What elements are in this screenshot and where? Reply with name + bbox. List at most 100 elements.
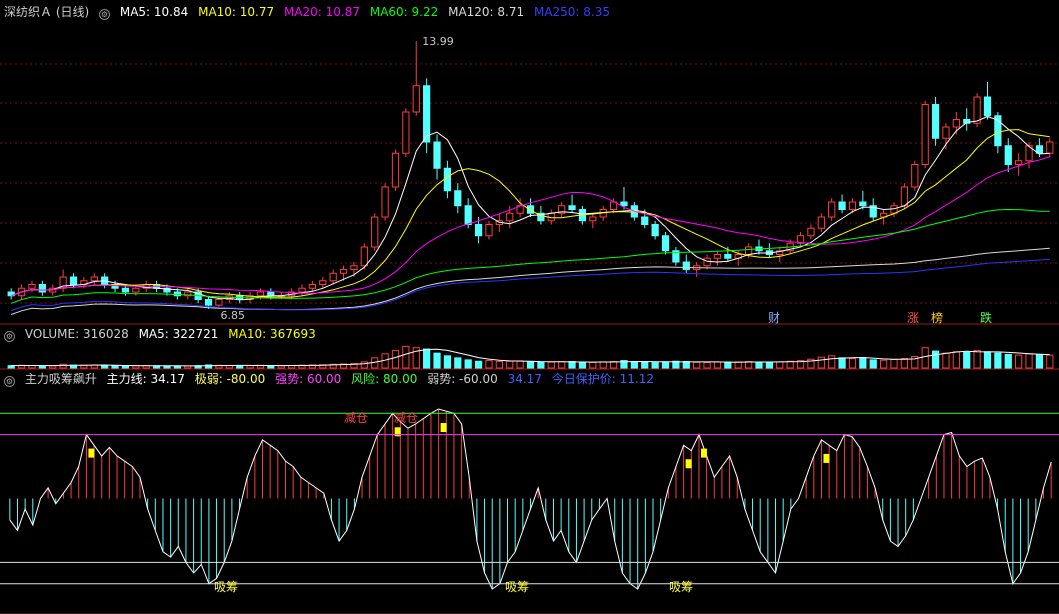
candle-body-50	[526, 205, 535, 214]
stock-title[interactable]: 深纺织Ａ (日线)	[4, 5, 89, 19]
volume-bar-37	[391, 349, 400, 369]
candle-body-78	[817, 216, 825, 229]
candle-body-29	[308, 284, 317, 289]
candle-body-20	[215, 299, 223, 306]
ma120-line	[11, 247, 1050, 315]
volume-bar-57	[599, 361, 607, 369]
volume-bar-38	[402, 345, 410, 369]
volume-bar-26	[277, 365, 285, 369]
volume-bar-44	[464, 359, 472, 369]
volume-bar-9	[101, 364, 109, 369]
candle-body-44	[464, 205, 472, 225]
indicator-extreme-weak: 极弱: -80.00	[194, 372, 266, 386]
volume-bar-42	[443, 355, 452, 369]
candle-body-45	[474, 224, 483, 237]
candle-body-39	[412, 85, 420, 113]
candle-body-12	[132, 287, 140, 293]
indicator-main: 主力线: 34.17	[106, 372, 185, 386]
reduce-label-2: 减仓	[394, 411, 418, 425]
indicator-name[interactable]: 主力吸筹飙升	[25, 372, 97, 386]
event-marker-fall[interactable]: 跌	[980, 310, 992, 325]
volume-bar-66	[693, 361, 701, 369]
chart-stage[interactable]: 13.99 6.85 财 涨 榜 跌 吸筹 吸筹 吸筹 减仓 减仓	[0, 0, 1059, 614]
candle-body-28	[298, 287, 306, 293]
candle-body-3	[38, 284, 46, 293]
accumulate-label-1: 吸筹	[214, 580, 238, 594]
candle-body-69	[724, 254, 732, 259]
indicator-legend: ⚙ 主力吸筹飙升 主力线: 34.17 极弱: -80.00 强势: 60.00…	[4, 371, 660, 387]
volume-bar-68	[713, 361, 722, 369]
volume-bar-62	[651, 362, 659, 369]
indicator-settings-icon[interactable]: ⚙	[4, 376, 15, 387]
candle-body-43	[454, 190, 462, 207]
candle-body-56	[589, 216, 597, 222]
volume-bar-46	[485, 360, 493, 369]
candle-body-6	[69, 276, 78, 285]
volume-bar-79	[828, 355, 836, 369]
candle-body-87	[911, 164, 919, 188]
volume-bar-80	[838, 357, 846, 369]
volume-bar-16	[173, 365, 181, 369]
volume-bar-23	[246, 365, 254, 369]
volume-bar-40	[423, 348, 431, 369]
indicator-strong: 强势: 60.00	[275, 372, 342, 386]
ma5-value: MA5: 10.84	[119, 5, 189, 19]
settings-icon[interactable]: ⚙	[99, 9, 111, 20]
signal-marker-56	[440, 423, 447, 433]
high-price-label: 13.99	[422, 35, 454, 48]
volume-bar-83	[869, 359, 877, 369]
indicator-value: 34.17	[507, 372, 542, 386]
candle-body-2	[28, 284, 36, 289]
volume-bar-78	[817, 356, 825, 369]
candle-body-71	[744, 246, 753, 255]
volume-bar-88	[921, 347, 929, 369]
volume-ma10: MA10: 367693	[228, 327, 316, 341]
candle-body-35	[371, 216, 379, 248]
volume-bar-34	[360, 361, 368, 369]
candle-body-82	[859, 201, 867, 207]
candle-body-77	[807, 227, 815, 237]
event-marker-finance[interactable]: 财	[768, 311, 780, 325]
candle-body-96	[1004, 145, 1012, 165]
volume-bar-91	[952, 351, 960, 369]
volume-bar-5	[59, 363, 67, 369]
volume-bar-48	[506, 360, 514, 369]
volume-bar-53	[558, 361, 566, 369]
candlestick-series[interactable]	[7, 41, 1054, 309]
ma20-value: MA20: 10.87	[283, 5, 361, 19]
volume-bar-3	[38, 365, 46, 369]
volume-bar-90	[942, 352, 950, 369]
candle-body-62	[651, 224, 659, 237]
candle-body-65	[682, 261, 690, 270]
event-marker-rise[interactable]: 涨	[907, 310, 919, 325]
signal-marker-106	[823, 453, 830, 463]
candle-body-34	[360, 246, 368, 267]
candle-body-31	[329, 272, 337, 282]
candle-body-80	[838, 201, 846, 210]
candle-body-89	[931, 104, 940, 139]
volume-bar-67	[703, 361, 711, 369]
volume-bar-94	[983, 351, 992, 369]
volume-bar-52	[547, 361, 555, 369]
volume-bar-56	[589, 361, 597, 369]
signal-marker-90	[700, 448, 707, 458]
volume-bar-51	[537, 361, 545, 369]
price-legend: 深纺织Ａ (日线) ⚙ MA5: 10.84 MA10: 10.77 MA20:…	[4, 4, 616, 20]
candle-body-30	[319, 280, 327, 285]
volume-bars[interactable]	[7, 345, 1054, 369]
candle-body-38	[402, 111, 410, 154]
volume-bar-85	[890, 359, 898, 369]
volume-bar-60	[630, 361, 638, 369]
ma60-value: MA60: 9.22	[369, 5, 439, 19]
candle-body-81	[848, 201, 857, 210]
volume-settings-icon[interactable]: ⚙	[4, 331, 15, 342]
volume-bar-70	[734, 361, 742, 369]
volume-bar-93	[973, 349, 981, 369]
candle-body-32	[339, 269, 348, 274]
volume-legend: ⚙ VOLUME: 316028 MA5: 322721 MA10: 36769…	[4, 326, 322, 342]
reduce-label-1: 减仓	[344, 411, 368, 425]
event-marker-rank[interactable]: 榜	[931, 310, 943, 325]
volume-bar-11	[121, 365, 130, 369]
candle-body-88	[921, 104, 929, 165]
indicator-guard-price: 今日保护价: 11.12	[551, 372, 654, 386]
